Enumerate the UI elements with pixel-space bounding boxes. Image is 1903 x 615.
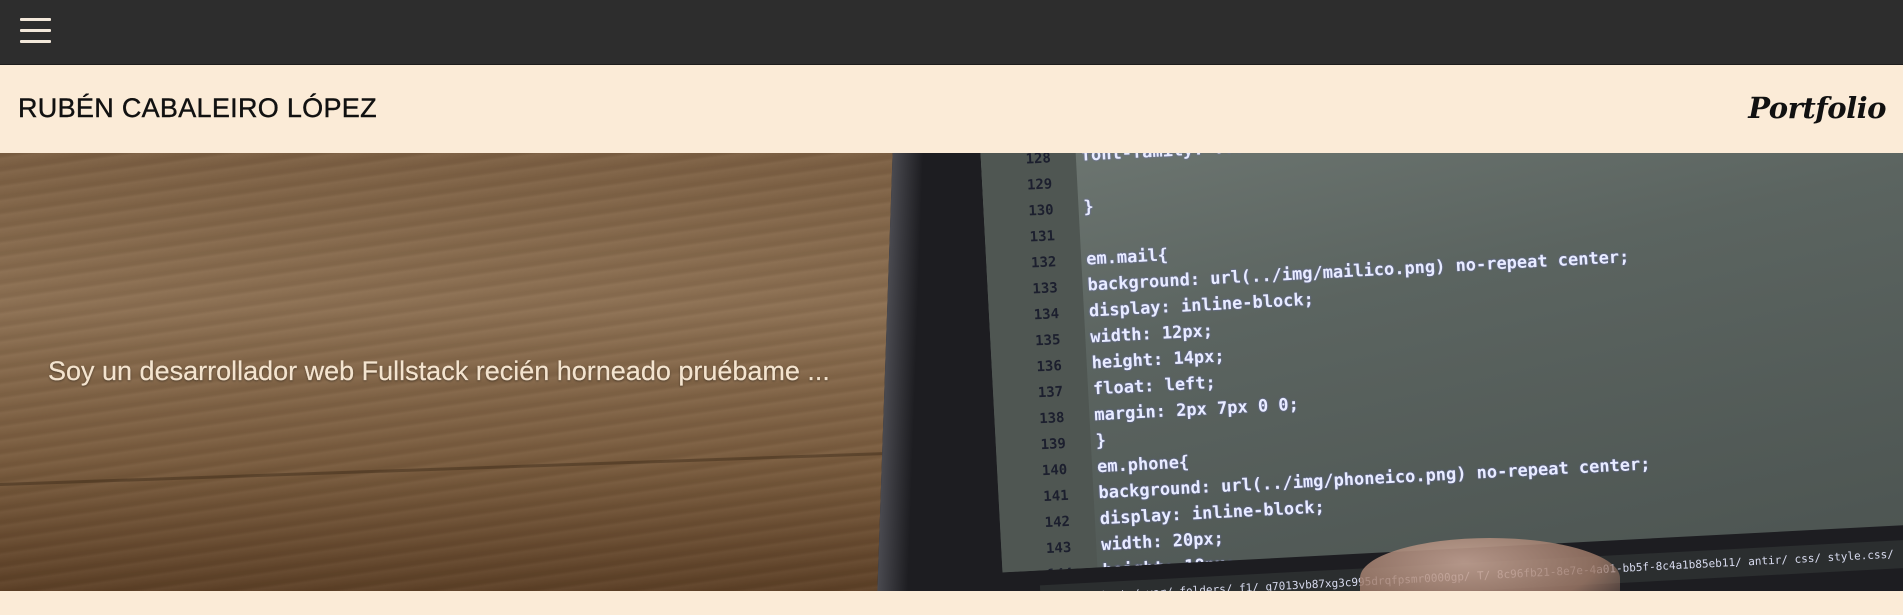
menu-bar-bottom	[20, 40, 51, 43]
line-number: 128	[1025, 153, 1052, 168]
line-number: 137	[1037, 384, 1064, 402]
line-number: 141	[1042, 487, 1070, 506]
portfolio-link[interactable]: Portfolio	[1748, 91, 1886, 125]
line-number: 131	[1029, 228, 1056, 246]
line-number: 139	[1040, 435, 1067, 454]
line-number: 136	[1036, 358, 1063, 376]
line-number: 134	[1033, 306, 1060, 324]
hero-banner: 128 font-family: ... 129 130} 131 132 em.mail{…	[0, 153, 1903, 591]
site-header: RUBÉN CABALEIRO LÓPEZ Portfolio	[0, 65, 1903, 153]
code-text: em.phone{	[1096, 452, 1190, 478]
line-number: 133	[1032, 280, 1059, 298]
line-number: 142	[1044, 513, 1071, 532]
line-number: 140	[1041, 461, 1068, 480]
code-line: 128 font-family: ...	[980, 153, 1245, 177]
hamburger-menu-icon[interactable]	[18, 12, 54, 50]
code-text: }	[1095, 430, 1107, 452]
line-number: 130	[1027, 202, 1055, 220]
code-editor-screen: 128 font-family: ... 129 130} 131 132 em.mail{…	[980, 153, 1903, 573]
site-name: RUBÉN CABALEIRO LÓPEZ	[18, 93, 377, 123]
page-bottom-band	[0, 591, 1903, 615]
code-text: font-family: ...	[1080, 153, 1245, 166]
line-number: 138	[1038, 409, 1065, 428]
line-number: 129	[1026, 176, 1053, 194]
hero-tagline: Soy un desarrollador web Fullstack recié…	[48, 356, 830, 386]
top-bar	[0, 0, 1903, 65]
code-text: }	[1083, 197, 1095, 218]
line-number: 143	[1045, 539, 1072, 558]
line-number: 135	[1034, 332, 1061, 350]
code-text: background: url(../img/mailico.png) no-r…	[1087, 247, 1630, 296]
menu-bar-top	[20, 18, 51, 21]
line-number: 132	[1030, 254, 1057, 272]
menu-bar-middle	[20, 29, 51, 32]
code-text: em.mail{	[1085, 245, 1169, 270]
